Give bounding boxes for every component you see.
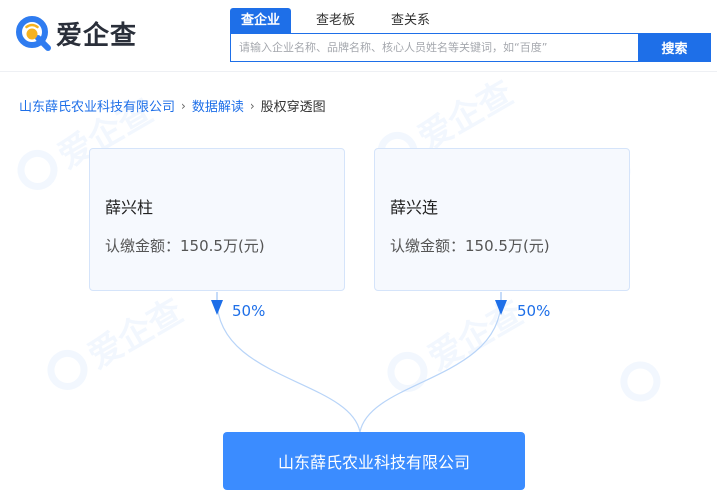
shareholder-card[interactable]: 薛兴柱 认缴金额：150.5万(元) bbox=[89, 148, 345, 291]
subscribed-amount: 认缴金额：150.5万(元) bbox=[390, 237, 550, 255]
arrow-down-icon bbox=[495, 300, 507, 315]
share-percentage: 50% bbox=[232, 302, 266, 320]
company-name: 山东薛氏农业科技有限公司 bbox=[277, 453, 470, 472]
shareholder-card[interactable]: 薛兴连 认缴金额：150.5万(元) bbox=[374, 148, 630, 291]
share-percentage: 50% bbox=[517, 302, 551, 320]
subscribed-amount: 认缴金额：150.5万(元) bbox=[105, 237, 265, 255]
arrow-down-icon bbox=[211, 300, 223, 315]
company-node[interactable]: 山东薛氏农业科技有限公司 bbox=[223, 432, 525, 490]
shareholder-name[interactable]: 薛兴连 bbox=[390, 194, 438, 218]
shareholder-name[interactable]: 薛兴柱 bbox=[105, 194, 153, 218]
